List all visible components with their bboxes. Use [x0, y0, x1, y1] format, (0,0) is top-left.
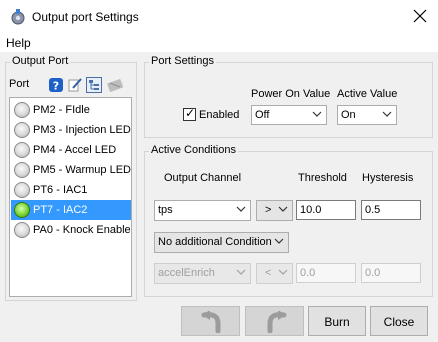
status-led-icon	[14, 202, 30, 218]
additional-condition-select[interactable]: No additional Condition	[154, 232, 289, 253]
close-label: Close	[383, 315, 415, 329]
threshold-value: 10.0	[300, 204, 322, 216]
port-list[interactable]: PM2 - FIdle PM3 - Injection LED PM4 - Ac…	[9, 97, 132, 297]
output-port-title: Output Port	[10, 55, 71, 67]
second-hysteresis-value: 0.0	[365, 267, 381, 279]
port-name: PM3 - Injection LED	[33, 124, 131, 136]
chevron-down-icon	[278, 206, 288, 212]
power-on-label: Power On Value	[251, 88, 331, 100]
port-item-pm5[interactable]: PM5 - Warmup LED	[11, 160, 131, 180]
checkmark-icon: ✓	[185, 106, 196, 120]
port-item-pt7[interactable]: PT7 - IAC2	[11, 200, 131, 220]
chevron-down-icon	[236, 206, 246, 212]
port-settings-title: Port Settings	[149, 55, 216, 67]
additional-condition-value: No additional Condition	[158, 236, 272, 248]
svg-text:?: ?	[53, 80, 59, 93]
second-threshold-input[interactable]: 0.0	[296, 263, 356, 283]
second-channel-value: accelEnrich	[158, 267, 215, 279]
active-value-value: On	[341, 109, 356, 121]
window-title: Output port Settings	[32, 10, 139, 24]
port-name: PA0 - Knock Enable	[33, 224, 131, 236]
output-channel-select[interactable]: tps	[154, 200, 251, 221]
port-name: PM4 - Accel LED	[33, 144, 117, 156]
status-led-icon	[14, 102, 30, 118]
close-icon[interactable]	[411, 7, 429, 25]
port-name: PT7 - IAC2	[33, 204, 88, 216]
active-conditions-title: Active Conditions	[149, 144, 238, 156]
port-label: Port	[9, 78, 30, 90]
port-name: PM5 - Warmup LED	[33, 164, 132, 176]
title-bar: Output port Settings	[0, 0, 438, 33]
power-on-select[interactable]: Off	[251, 105, 327, 125]
hysteresis-label: Hysteresis	[362, 172, 414, 184]
threshold-label: Threshold	[298, 172, 347, 184]
port-item-pm3[interactable]: PM3 - Injection LED	[11, 120, 131, 140]
port-name: PT6 - IAC1	[33, 184, 88, 196]
status-led-icon	[14, 122, 30, 138]
second-channel-select[interactable]: accelEnrich	[154, 263, 251, 284]
chevron-down-icon	[274, 238, 284, 244]
chevron-down-icon	[236, 269, 246, 275]
redo-icon	[267, 311, 287, 333]
port-item-pm2[interactable]: PM2 - FIdle	[11, 100, 131, 120]
output-channel-label: Output Channel	[164, 172, 242, 184]
second-hysteresis-input[interactable]: 0.0	[361, 263, 421, 283]
enabled-checkbox[interactable]: ✓	[183, 106, 196, 121]
output-channel-value: tps	[158, 204, 173, 216]
second-threshold-value: 0.0	[300, 267, 316, 279]
operator-value: >	[265, 204, 272, 216]
tree-icon[interactable]	[86, 77, 102, 93]
close-button[interactable]: Close	[370, 306, 428, 336]
status-led-icon	[14, 142, 30, 158]
operator-select[interactable]: >	[256, 200, 293, 221]
status-led-icon	[14, 182, 30, 198]
edit-icon[interactable]	[67, 77, 83, 93]
port-item-pm4[interactable]: PM4 - Accel LED	[11, 140, 131, 160]
menu-help[interactable]: Help	[6, 36, 31, 50]
redo-button[interactable]	[245, 306, 304, 336]
help-icon[interactable]: ?	[48, 77, 64, 93]
enabled-label: Enabled	[199, 109, 240, 121]
port-item-pt6[interactable]: PT6 - IAC1	[11, 180, 131, 200]
chevron-down-icon	[278, 269, 288, 275]
hysteresis-input[interactable]: 0.5	[361, 200, 421, 220]
status-led-icon	[14, 162, 30, 178]
chevron-down-icon	[382, 111, 392, 117]
threshold-input[interactable]: 10.0	[296, 200, 356, 220]
menu-bar: Help	[0, 33, 438, 52]
port-settings-group	[144, 62, 433, 138]
port-item-pa0[interactable]: PA0 - Knock Enable	[11, 220, 131, 240]
port-name: PM2 - FIdle	[33, 104, 90, 116]
chevron-down-icon	[312, 111, 322, 117]
disabled-icon[interactable]	[107, 77, 123, 93]
undo-icon	[201, 311, 221, 333]
settings-app-icon	[11, 9, 25, 25]
undo-button[interactable]	[181, 306, 240, 336]
active-value-label: Active Value	[337, 88, 398, 100]
burn-label: Burn	[324, 315, 350, 329]
status-led-icon	[14, 222, 30, 238]
active-value-select[interactable]: On	[337, 105, 397, 125]
burn-button[interactable]: Burn	[308, 306, 366, 336]
second-operator-select[interactable]: <	[256, 263, 293, 284]
second-operator-value: <	[265, 267, 272, 279]
power-on-value: Off	[255, 109, 270, 121]
hysteresis-value: 0.5	[365, 204, 381, 216]
